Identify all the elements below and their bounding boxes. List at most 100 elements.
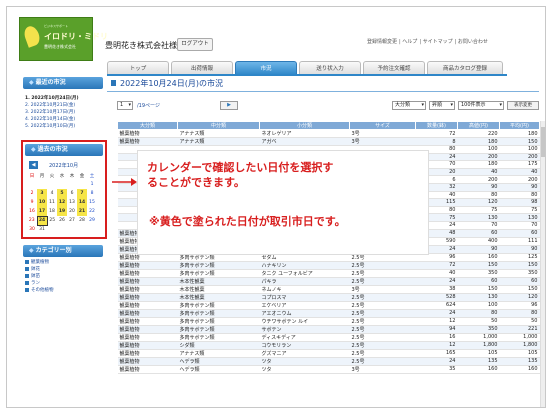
table-cell: 105: [457, 349, 500, 358]
tab-invoice[interactable]: 送り状入力: [299, 61, 361, 75]
bullet-icon: [25, 266, 29, 271]
calendar-day: 8: [90, 191, 94, 196]
scrollbar-thumb[interactable]: [541, 127, 545, 157]
sort-order-select[interactable]: 昇順: [429, 101, 455, 110]
calendar-day[interactable]: 3: [37, 189, 47, 198]
category-item[interactable]: その他植物: [25, 287, 54, 294]
calendar-day[interactable]: 24: [36, 215, 48, 226]
calendar-day[interactable]: 10: [37, 198, 47, 207]
bullet-icon: [25, 273, 29, 278]
table-cell: 350: [457, 325, 500, 334]
column-header[interactable]: サイズ: [349, 121, 416, 130]
table-cell: 130: [499, 213, 540, 222]
page-select[interactable]: 1: [117, 101, 133, 110]
annotation-text: カレンダーで確認したい日付を選択す ることができます。: [147, 161, 334, 189]
calendar-day[interactable]: 5: [57, 189, 67, 198]
column-header[interactable]: 高値(円): [457, 121, 500, 130]
recent-item[interactable]: 3. 2022年10月17日(月): [25, 109, 105, 116]
per-page-select[interactable]: 100件表示: [458, 101, 504, 110]
callout-arrow: [112, 178, 137, 186]
apply-sort-button[interactable]: 表示変更: [507, 101, 539, 110]
table-cell: 130: [457, 213, 500, 222]
table-cell: 80: [499, 191, 540, 200]
category-item[interactable]: 鉢苗: [25, 273, 54, 280]
table-cell: 96: [499, 301, 540, 310]
table-cell: 観葉植物: [117, 333, 178, 342]
table-cell: 150: [457, 285, 500, 294]
table-cell: 160: [457, 253, 500, 262]
prev-month-button[interactable]: ◀: [29, 161, 38, 169]
calendar-day[interactable]: 14: [77, 198, 87, 207]
calendar-day: 25: [49, 218, 56, 223]
tab-shipping[interactable]: 出荷情報: [171, 61, 233, 75]
table-cell: 135: [499, 357, 540, 366]
calendar-day[interactable]: 17: [37, 207, 47, 216]
table-cell: 観葉植物: [117, 309, 178, 318]
recent-item[interactable]: 5. 2022年10月10日(月): [25, 123, 105, 130]
sort-field-select[interactable]: 大分類: [392, 101, 426, 110]
calendar-day: 9: [30, 200, 34, 205]
table-row: 観葉植物 多肉サボテン類 エケベリア 2.5号 624 100 96: [117, 301, 540, 310]
calendar-panel: ◆ 過去の市況 ◀ 2022年10月 日月火水木金土 1 2 3 4 5 6 7 8 9 10 11 12…: [21, 140, 107, 239]
tab-catalog[interactable]: 商品カタログ登録: [427, 61, 503, 75]
bullet-icon: [25, 280, 29, 285]
column-header[interactable]: 大分類: [117, 121, 178, 130]
category-list: 観葉植物 鉢花 鉢苗 ラン その他植物: [25, 259, 54, 294]
page-title: 2022年10月24日(月)の市況: [120, 79, 223, 88]
table-cell: 350: [499, 269, 540, 278]
recent-item[interactable]: 4. 2022年10月14日(金): [25, 116, 105, 123]
column-header[interactable]: 数量(鉢): [415, 121, 458, 130]
link-contact[interactable]: お問い合わせ: [458, 39, 488, 45]
link-help[interactable]: ヘルプ: [402, 39, 417, 45]
column-header[interactable]: 中分類: [177, 121, 260, 130]
tab-market[interactable]: 市況: [235, 61, 297, 75]
tab-top[interactable]: トップ: [107, 61, 169, 75]
table-cell: 24: [415, 277, 458, 286]
column-header[interactable]: 小分類: [259, 121, 350, 130]
calendar-day: 31: [39, 227, 45, 233]
tab-reservations[interactable]: 予約注文確認: [363, 61, 425, 75]
weekday-label: 月: [39, 174, 45, 179]
table-cell: 8: [415, 137, 458, 146]
table-cell: 75: [457, 206, 500, 215]
link-sitemap[interactable]: サイトマップ: [423, 39, 453, 45]
recent-item[interactable]: 2. 2022年10月21日(金): [25, 102, 105, 109]
logout-button[interactable]: ログアウト: [177, 38, 213, 51]
table-cell: 105: [499, 349, 540, 358]
scrollbar[interactable]: [540, 121, 545, 407]
weekday-label: 木: [69, 174, 75, 179]
page-count: /19ページ: [137, 103, 160, 109]
table-cell: 40: [415, 269, 458, 278]
next-page-button[interactable]: ▶: [220, 101, 238, 110]
column-header[interactable]: 平均(円): [499, 121, 540, 130]
calendar-day[interactable]: 19: [57, 207, 67, 216]
calendar-day: [57, 225, 67, 234]
table-cell: 2.5号: [349, 357, 416, 366]
calendar-day[interactable]: 7: [77, 189, 87, 198]
table-cell: 160: [499, 365, 540, 374]
table-cell: 60: [499, 277, 540, 286]
calendar-day: [87, 225, 97, 234]
category-item[interactable]: 観葉植物: [25, 259, 54, 266]
calendar-day[interactable]: 12: [57, 198, 67, 207]
table-cell: 3号: [349, 365, 416, 374]
calendar-day[interactable]: 21: [77, 207, 87, 216]
calendar-day: 16: [29, 209, 35, 214]
category-item[interactable]: 鉢花: [25, 266, 54, 273]
table-row: 観葉植物 木本性観葉 パキラ 2.5号 24 60 60: [117, 277, 540, 286]
table-cell: 24: [415, 309, 458, 318]
table-cell: 100: [499, 145, 540, 154]
site-logo[interactable]: ビジネスサポート イロドリ・ミドリ 豊明花き株式会社: [19, 17, 108, 61]
table-cell: 400: [457, 237, 500, 246]
main-heading: 2022年10月24日(月)の市況: [107, 76, 539, 92]
category-item[interactable]: ラン: [25, 280, 54, 287]
table-cell: 98: [499, 198, 540, 207]
link-profile[interactable]: 登録情報変更: [367, 39, 397, 45]
arrow-icon: ◆: [29, 247, 34, 254]
recent-item[interactable]: 1. 2022年10月24日(月): [25, 95, 105, 102]
table-cell: 200: [499, 175, 540, 184]
table-row: 観葉植物 シダ類 コウモリラン 2.5号 12 1,800 1,800: [117, 341, 540, 350]
table-cell: 観葉植物: [117, 365, 178, 374]
calendar-day: 27: [69, 218, 75, 223]
calendar-day: 11: [49, 200, 55, 205]
